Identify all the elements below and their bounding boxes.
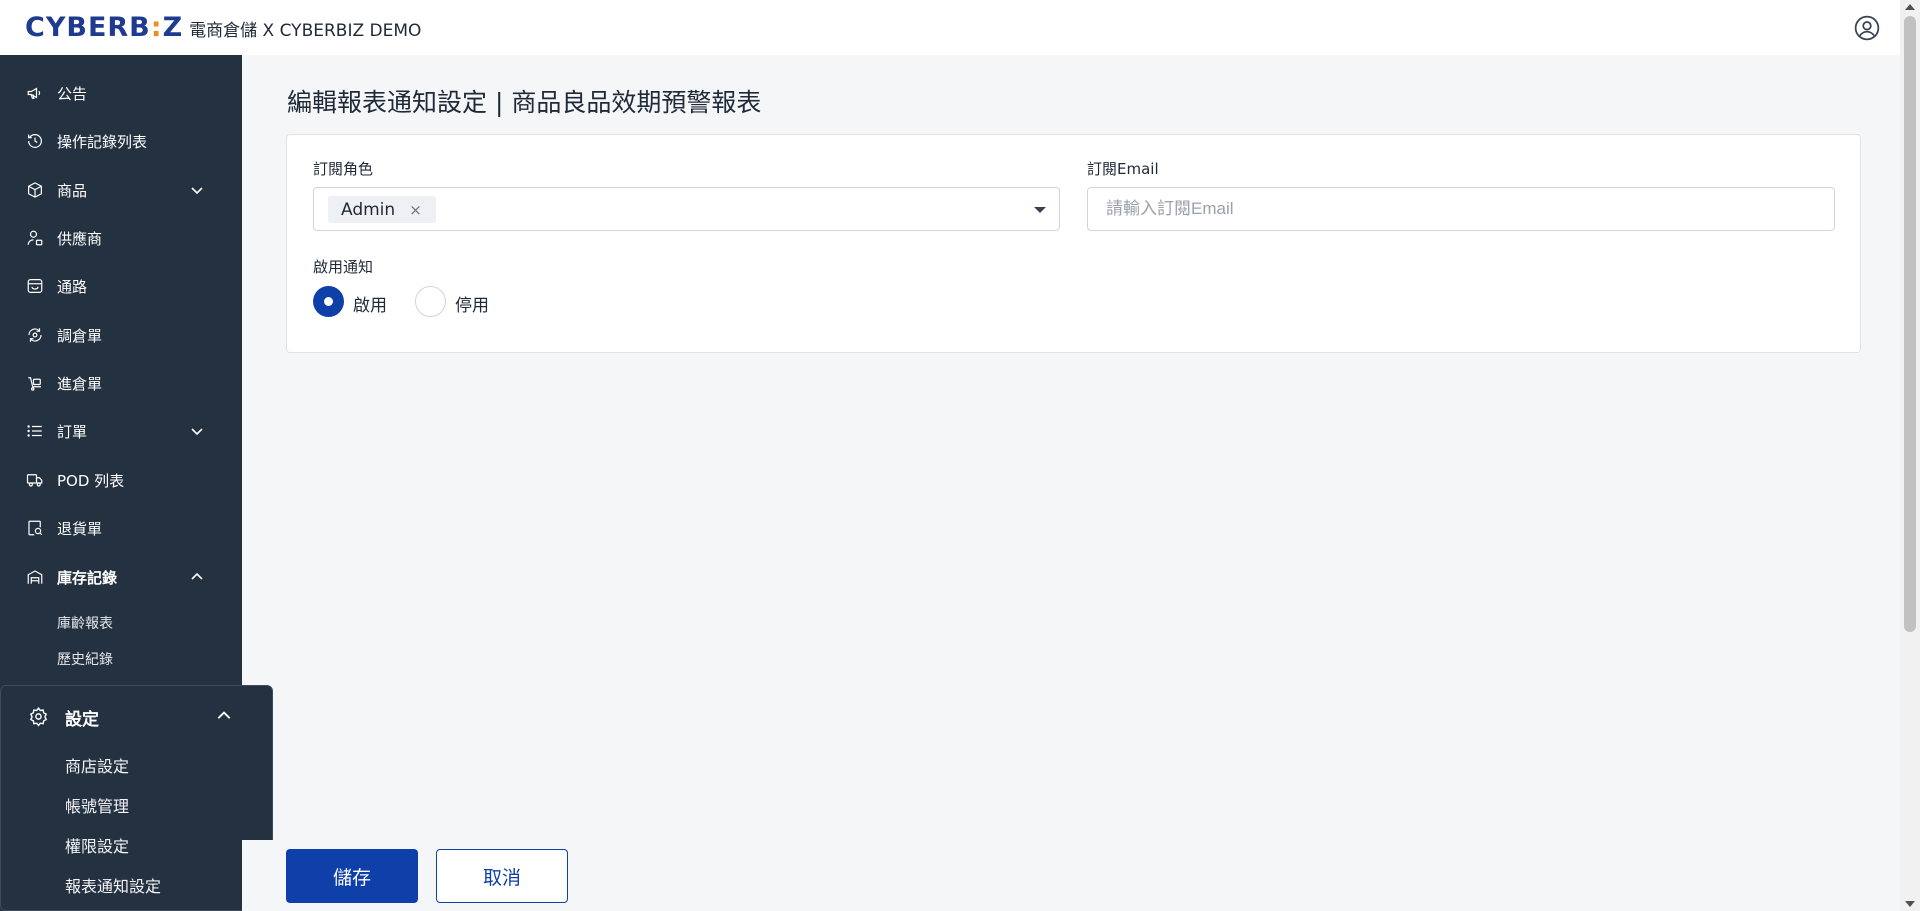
logo[interactable]: CYBERB:Z 電商倉儲 X CYBERBIZ DEMO <box>25 12 421 43</box>
sidebar-item-pod-list[interactable]: POD 列表 <box>0 460 242 500</box>
sidebar-item-label: 進倉單 <box>57 374 103 393</box>
chevron-up-icon <box>191 572 203 580</box>
box-icon <box>28 182 42 198</box>
settings-label: 設定 <box>65 710 99 730</box>
notification-settings-form: 訂閱角色 Admin × 訂閱Email 啟用通知 啟用 停用 <box>286 134 1861 353</box>
vertical-scrollbar[interactable] <box>1900 0 1920 911</box>
scrollbar-thumb[interactable] <box>1904 16 1916 632</box>
disable-radio-label[interactable]: 停用 <box>455 291 489 316</box>
enable-field-label: 啟用通知 <box>313 258 374 276</box>
role-field-label: 訂閱角色 <box>313 160 374 178</box>
disable-radio[interactable] <box>415 286 446 317</box>
sidebar-item-inventory-records[interactable]: 庫存記錄 <box>0 557 242 597</box>
logo-wordmark: CYBERB:Z <box>25 12 184 43</box>
transfer-icon <box>28 328 42 342</box>
email-field-label: 訂閱Email <box>1087 160 1159 178</box>
sidebar-item-orders[interactable]: 訂單 <box>0 411 242 451</box>
sidebar-item-transfer-order[interactable]: 調倉單 <box>0 315 242 355</box>
megaphone-icon <box>27 87 41 99</box>
sidebar-item-channel[interactable]: 通路 <box>0 266 242 306</box>
sidebar-subitem-inventory-age-report[interactable]: 庫齡報表 <box>57 613 113 633</box>
sidebar-item-label: 供應商 <box>57 229 103 248</box>
chevron-down-icon <box>191 187 203 195</box>
chevron-down-icon <box>191 428 203 436</box>
settings-flyout: 設定 商店設定 帳號管理 權限設定 報表通知設定 <box>0 685 273 911</box>
cancel-button[interactable]: 取消 <box>436 849 568 903</box>
sidebar-item-supplier[interactable]: 供應商 <box>0 218 242 258</box>
sidebar-item-label: 庫存記錄 <box>57 568 118 587</box>
sidebar-item-label: 操作記錄列表 <box>57 132 148 151</box>
settings-subitem-store[interactable]: 商店設定 <box>65 753 129 777</box>
role-select[interactable]: Admin × <box>313 187 1060 231</box>
chevron-up-icon <box>217 711 231 719</box>
gear-icon <box>29 707 48 727</box>
sidebar-item-label: 調倉單 <box>57 326 103 345</box>
sidebar-item-inbound-order[interactable]: 進倉單 <box>0 363 242 403</box>
sidebar-item-label: POD 列表 <box>57 471 125 490</box>
list-icon <box>27 425 42 437</box>
sidebar-item-settings[interactable]: 設定 <box>1 686 274 746</box>
scroll-down-arrow-icon[interactable] <box>1905 901 1915 907</box>
save-button[interactable]: 儲存 <box>286 849 418 903</box>
store-icon <box>27 279 43 293</box>
sidebar-item-operation-log[interactable]: 操作記錄列表 <box>0 121 242 161</box>
sidebar-item-announcement[interactable]: 公告 <box>0 73 242 113</box>
return-icon <box>28 520 43 536</box>
history-icon <box>28 134 42 148</box>
supplier-icon <box>27 230 43 246</box>
sidebar-item-label: 公告 <box>57 84 88 103</box>
app-title: 電商倉儲 X CYBERBIZ DEMO <box>189 21 422 41</box>
sidebar-item-label: 訂單 <box>57 422 88 441</box>
role-chip: Admin × <box>328 196 436 223</box>
page-title: 編輯報表通知設定 | 商品良品效期預警報表 <box>287 88 762 117</box>
sidebar-item-products[interactable]: 商品 <box>0 170 242 210</box>
settings-subitem-account[interactable]: 帳號管理 <box>65 793 129 817</box>
caret-down-icon <box>1034 207 1046 213</box>
sidebar-subitem-history[interactable]: 歷史紀錄 <box>57 649 113 669</box>
close-icon[interactable]: × <box>409 201 422 219</box>
scroll-up-arrow-icon[interactable] <box>1905 4 1915 10</box>
sidebar-item-label: 通路 <box>57 277 88 296</box>
settings-subitem-permission[interactable]: 權限設定 <box>65 833 129 857</box>
enable-radio-label[interactable]: 啟用 <box>353 291 387 316</box>
sidebar-item-label: 退貨單 <box>57 519 103 538</box>
email-input[interactable] <box>1087 187 1835 231</box>
enable-radio[interactable] <box>313 286 344 317</box>
sidebar-item-return-order[interactable]: 退貨單 <box>0 508 242 548</box>
settings-subitem-report-notification[interactable]: 報表通知設定 <box>65 873 161 897</box>
truck-icon <box>26 474 43 487</box>
top-header: CYBERB:Z 電商倉儲 X CYBERBIZ DEMO <box>0 0 1900 55</box>
inbound-icon <box>28 377 41 391</box>
role-chip-label: Admin <box>341 199 396 220</box>
sidebar-item-label: 商品 <box>57 181 88 200</box>
warehouse-icon <box>27 570 43 584</box>
user-circle-icon[interactable] <box>1854 15 1880 41</box>
